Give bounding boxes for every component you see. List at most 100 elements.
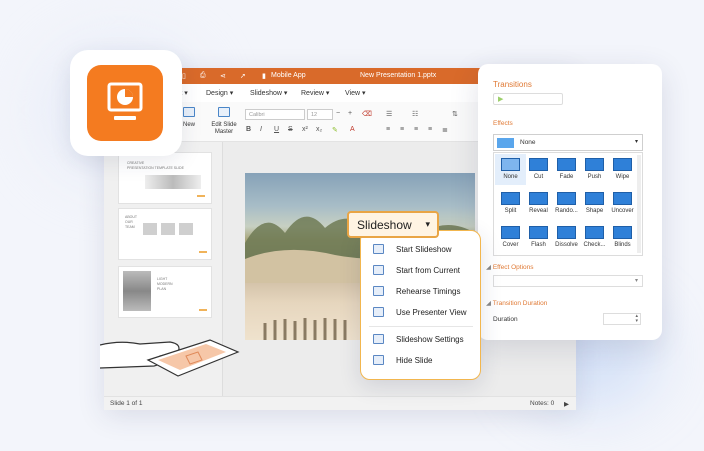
- tab-design[interactable]: Design ▾: [206, 89, 233, 97]
- effect-blinds[interactable]: Blinds: [607, 222, 638, 253]
- thumbnail-title: LIGHT MODERN PLAN: [157, 277, 173, 291]
- italic-icon[interactable]: I: [260, 126, 262, 133]
- effect-uncover[interactable]: Uncover: [607, 188, 638, 219]
- slideshow-button[interactable]: Slideshow ▾: [347, 211, 439, 238]
- underline-icon[interactable]: U: [274, 126, 279, 133]
- effect-none-icon: [501, 158, 520, 171]
- tab-review[interactable]: Review ▾: [301, 89, 329, 97]
- thumbnail-accent: [199, 251, 207, 253]
- menu-item-rehearse-timings[interactable]: Rehearse Timings: [369, 284, 477, 300]
- text-direction-icon[interactable]: ⇅: [452, 110, 458, 118]
- strikethrough-icon[interactable]: S: [288, 126, 293, 133]
- superscript-icon[interactable]: x²: [302, 126, 308, 133]
- slide-thumbnail[interactable]: ABOUT OUR TEAM: [118, 208, 212, 260]
- bold-icon[interactable]: B: [246, 126, 251, 133]
- edit-slide-master-button[interactable]: Edit Slide Master: [208, 107, 240, 136]
- align-left-icon[interactable]: ≡: [386, 126, 390, 133]
- effect-random-icon: [557, 192, 576, 205]
- mobile-app-label[interactable]: Mobile App: [271, 72, 306, 79]
- tab-slideshow[interactable]: Slideshow ▾: [250, 89, 287, 97]
- font-grow-icon[interactable]: −: [336, 110, 340, 117]
- slide-thumbnail[interactable]: CREATIVE PRESENTATION TEMPLATE SLIDE: [118, 152, 212, 204]
- document-title: New Presentation 1.pptx: [360, 72, 437, 79]
- timer-slide-icon: [373, 286, 384, 296]
- duration-stepper[interactable]: ▴ ▾: [603, 313, 641, 325]
- thumbnail-image: [123, 271, 151, 311]
- effect-none[interactable]: None: [495, 154, 526, 185]
- menu-item-presenter-view[interactable]: Use Presenter View: [369, 305, 477, 321]
- presentation-app-icon: [87, 65, 163, 141]
- hand-tablet-illustration: [100, 339, 240, 377]
- menu-item-start-slideshow[interactable]: Start Slideshow: [369, 242, 477, 258]
- thumbnail-accent: [199, 309, 207, 311]
- effect-push[interactable]: Push: [579, 154, 610, 185]
- new-slide-button[interactable]: New: [180, 107, 198, 128]
- new-slide-label: New: [182, 122, 195, 128]
- effect-reveal-icon: [529, 192, 548, 205]
- effects-grid: None Cut Fade Push Wipe Split Reveal Ran…: [493, 152, 643, 256]
- effect-fade[interactable]: Fade: [551, 154, 582, 185]
- effect-random[interactable]: Rando...: [551, 188, 582, 219]
- notes-toggle[interactable]: Notes: 0: [530, 400, 554, 407]
- effect-split-icon: [501, 192, 520, 205]
- new-file-icon[interactable]: ▯: [182, 72, 186, 80]
- grid-scrollbar[interactable]: [637, 155, 641, 253]
- effect-cover[interactable]: Cover: [495, 222, 526, 253]
- align-right-icon[interactable]: ≡: [414, 126, 418, 133]
- menu-item-hide-slide[interactable]: Hide Slide: [369, 353, 477, 369]
- font-name-select[interactable]: Calibri: [245, 109, 305, 120]
- collapse-icon[interactable]: ◢: [486, 264, 493, 271]
- effect-dissolve-icon: [557, 226, 576, 239]
- clear-format-icon[interactable]: ⌫: [362, 110, 372, 118]
- slide-count: Slide 1 of 1: [110, 400, 143, 407]
- subscript-icon[interactable]: x₂: [316, 126, 322, 133]
- effect-select[interactable]: None ▾: [493, 134, 643, 151]
- effect-cut[interactable]: Cut: [523, 154, 554, 185]
- thumbnail-image: [161, 223, 175, 235]
- thumbnail-title: CREATIVE PRESENTATION TEMPLATE SLIDE: [127, 161, 184, 170]
- stepper-icon[interactable]: ▴ ▾: [635, 314, 638, 324]
- effect-shape[interactable]: Shape: [579, 188, 610, 219]
- effect-wipe-icon: [613, 158, 632, 171]
- pointer-icon[interactable]: ➚: [240, 72, 246, 80]
- tab-view[interactable]: View ▾: [345, 89, 366, 97]
- menu-item-slideshow-settings[interactable]: Slideshow Settings: [369, 332, 477, 348]
- transition-preview-button[interactable]: ▶: [493, 93, 563, 105]
- duration-label: Duration: [493, 316, 518, 323]
- slide-thumbnail[interactable]: LIGHT MODERN PLAN: [118, 266, 212, 318]
- effect-options-select[interactable]: ▾: [493, 275, 643, 287]
- line-spacing-icon[interactable]: ≣: [442, 126, 448, 134]
- status-bar: Slide 1 of 1 Notes: 0 ▶: [104, 396, 576, 410]
- collapse-icon[interactable]: ◢: [486, 300, 493, 307]
- bullets-icon[interactable]: ☰: [386, 110, 392, 118]
- thumbnail-title: ABOUT OUR TEAM: [125, 215, 138, 229]
- play-current-icon: [373, 265, 384, 275]
- menu-item-start-from-current[interactable]: Start from Current: [369, 263, 477, 279]
- effect-uncover-icon: [613, 192, 632, 205]
- edit-master-icon: [218, 107, 230, 117]
- align-center-icon[interactable]: ≡: [400, 126, 404, 133]
- font-shrink-icon[interactable]: +: [348, 110, 352, 117]
- mobile-icon[interactable]: ▮: [262, 72, 266, 80]
- thumbnail-image: [179, 223, 193, 235]
- effect-split[interactable]: Split: [495, 188, 526, 219]
- play-icon[interactable]: ▶: [564, 400, 569, 408]
- play-slide-icon: [373, 244, 384, 254]
- thumbnail-accent: [197, 195, 205, 197]
- effect-checkerboard[interactable]: Check...: [579, 222, 610, 253]
- font-color-icon[interactable]: A: [350, 126, 355, 133]
- highlight-icon[interactable]: ✎: [332, 126, 338, 134]
- effect-dissolve[interactable]: Dissolve: [551, 222, 582, 253]
- numbering-icon[interactable]: ☷: [412, 110, 418, 118]
- effect-reveal[interactable]: Reveal: [523, 188, 554, 219]
- print-icon[interactable]: ⎙: [200, 72, 206, 80]
- chevron-down-icon: ▾: [634, 139, 638, 145]
- chevron-down-icon: ▾: [634, 278, 638, 284]
- edit-master-label: Edit Slide Master: [211, 122, 237, 135]
- thumbnail-image: [143, 223, 157, 235]
- share-icon[interactable]: ⋖: [220, 72, 226, 80]
- justify-icon[interactable]: ≡: [428, 126, 432, 133]
- effect-flash[interactable]: Flash: [523, 222, 554, 253]
- font-size-select[interactable]: 12: [307, 109, 333, 120]
- effect-wipe[interactable]: Wipe: [607, 154, 638, 185]
